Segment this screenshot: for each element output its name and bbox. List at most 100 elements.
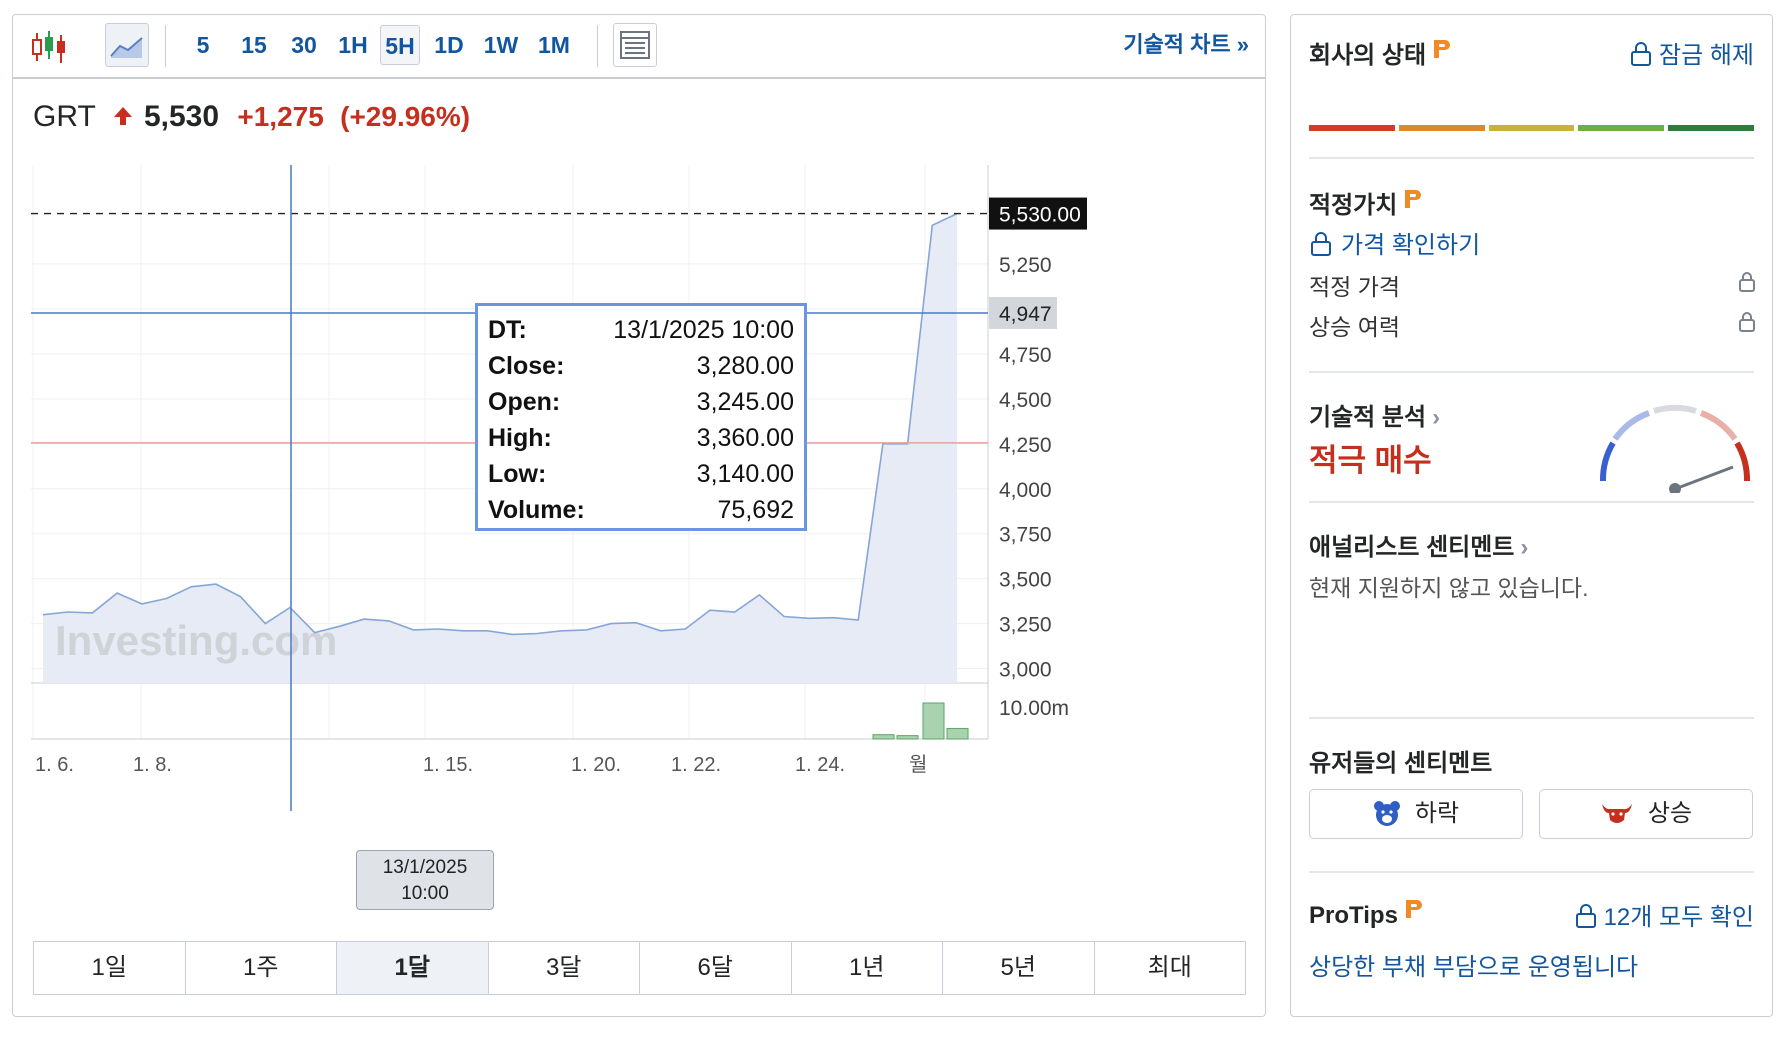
x-tick-label: 월 <box>909 753 927 776</box>
bullish-label: 상승 <box>1647 800 1693 827</box>
health-score-segment <box>1309 125 1395 131</box>
tooltip-value: 3,140.00 <box>696 460 794 488</box>
volume-bar <box>946 727 969 740</box>
technical-title-text: 기술적 분석 <box>1309 404 1427 431</box>
range-selector: 1일 1주 1달 3달 6달 1년 5년 최대 <box>33 941 1246 995</box>
protip-item-link[interactable]: 상당한 부채 부담으로 운영됩니다 <box>1309 947 1638 982</box>
timeframe-30[interactable]: 30 <box>281 25 327 65</box>
check-price-text: 가격 확인하기 <box>1341 232 1481 259</box>
tooltip-key: Volume: <box>488 496 585 524</box>
symbol: GRT <box>33 100 96 133</box>
pro-badge-icon <box>1405 190 1422 208</box>
tooltip-row: High: 3,360.00 <box>488 420 794 456</box>
y-tick-label: 3,000 <box>999 659 1052 682</box>
range-button-6[interactable]: 5년 <box>943 942 1095 994</box>
protips-title-text: ProTips <box>1309 902 1398 929</box>
lock-icon <box>1739 272 1755 292</box>
timeframe-1w[interactable]: 1W <box>477 25 525 65</box>
area-chart-icon[interactable] <box>105 23 149 67</box>
y-tick-label: 4,500 <box>999 389 1052 412</box>
timeframe-1m[interactable]: 1M <box>529 25 579 65</box>
tooltip-row: Low: 3,140.00 <box>488 456 794 492</box>
crosshair-time-label: 13/1/2025 10:00 <box>356 850 494 910</box>
volume-bar <box>922 702 945 740</box>
x-tick-label: 1. 15. <box>423 754 473 776</box>
volume-bar <box>872 734 895 740</box>
last-price-label: 5,530.00 <box>999 204 1081 227</box>
x-tick-label: 1. 8. <box>133 754 172 776</box>
price-change-percent: (+29.96%) <box>340 101 471 132</box>
user-sentiment-title: 유저들의 센티멘트 <box>1309 750 1493 777</box>
chevron-right-icon: › <box>1520 534 1529 561</box>
tooltip-key: Open: <box>488 388 561 416</box>
layout-icon[interactable] <box>613 23 657 67</box>
health-score-segment <box>1668 125 1754 131</box>
bearish-label: 하락 <box>1414 800 1460 827</box>
timeframe-15[interactable]: 15 <box>231 25 277 65</box>
pro-badge-icon <box>1434 40 1451 58</box>
range-button-3[interactable]: 3달 <box>489 942 640 994</box>
y-tick-label: 4,250 <box>999 434 1052 457</box>
y-tick-label: 4,750 <box>999 344 1052 367</box>
health-title-text: 회사의 상태 <box>1309 42 1427 69</box>
protips-unlock-text: 12개 모두 확인 <box>1603 904 1754 931</box>
range-button-2[interactable]: 1달 <box>337 942 489 994</box>
range-button-0[interactable]: 1일 <box>34 942 186 994</box>
y-tick-label: 3,750 <box>999 524 1052 547</box>
side-panel: 회사의 상태 잠금 해제 적정가치 가격 확인하기 적정 가격 상승 여력 기술… <box>1290 14 1773 1017</box>
range-button-1[interactable]: 1주 <box>186 942 337 994</box>
crosshair-time: 10:00 <box>401 883 449 904</box>
health-unlock-text: 잠금 해제 <box>1659 42 1754 69</box>
lock-icon <box>1311 232 1331 256</box>
toolbar-separator <box>165 25 166 67</box>
last-price: 5,530 <box>143 100 220 133</box>
divider <box>1309 371 1754 373</box>
tooltip-value: 3,360.00 <box>696 424 794 452</box>
analyst-sentiment-link[interactable]: 애널리스트 센티멘트 › <box>1309 527 1528 562</box>
range-button-7[interactable]: 최대 <box>1095 942 1246 994</box>
health-score-segment <box>1578 125 1665 131</box>
tooltip-row: Close: 3,280.00 <box>488 348 794 384</box>
bullish-vote-button[interactable]: 상승 <box>1539 789 1753 839</box>
arrow-up-icon <box>113 107 132 125</box>
tooltip-value: 13/1/2025 10:00 <box>613 316 794 344</box>
fair-value-title-text: 적정가치 <box>1309 192 1398 219</box>
tooltip-key: High: <box>488 424 552 452</box>
timeframe-1d[interactable]: 1D <box>427 25 471 65</box>
fair-value-title: 적정가치 <box>1309 185 1422 220</box>
protips-unlock-link[interactable]: 12개 모두 확인 <box>1574 897 1754 932</box>
y-tick-label: 5,250 <box>999 254 1052 277</box>
chart-toolbar: 5 15 30 1H 5H 1D 1W 1M 기술적 차트 » <box>13 15 1265 79</box>
health-unlock-link[interactable]: 잠금 해제 <box>1629 35 1754 70</box>
timeframe-5h[interactable]: 5H <box>380 25 420 65</box>
x-tick-label: 1. 22. <box>671 754 721 776</box>
crosshair-date: 13/1/2025 <box>382 857 468 878</box>
tooltip-value: 3,280.00 <box>696 352 794 380</box>
check-price-link[interactable]: 가격 확인하기 <box>1309 225 1480 260</box>
bearish-vote-button[interactable]: 하락 <box>1309 789 1523 839</box>
technical-signal: 적극 매수 <box>1309 443 1432 478</box>
bull-icon <box>1601 804 1632 823</box>
upside-label: 상승 여력 <box>1309 314 1401 340</box>
x-tick-label: 1. 6. <box>35 754 74 776</box>
tooltip-key: Low: <box>488 460 547 488</box>
timeframe-5[interactable]: 5 <box>183 25 223 65</box>
technical-chart-link[interactable]: 기술적 차트 » <box>1123 25 1249 65</box>
price-chart[interactable]: 5,2505,0004,7504,5004,2504,0003,7503,500… <box>13 165 1265 925</box>
health-score-segment <box>1488 125 1575 131</box>
health-title: 회사의 상태 <box>1309 35 1451 70</box>
analyst-title-text: 애널리스트 센티멘트 <box>1309 534 1515 561</box>
range-button-5[interactable]: 1년 <box>792 942 943 994</box>
candlestick-chart-icon[interactable] <box>31 29 71 65</box>
timeframe-1h[interactable]: 1H <box>331 25 375 65</box>
tooltip-key: Close: <box>488 352 565 380</box>
toolbar-separator <box>597 25 598 67</box>
chevron-right-icon: › <box>1432 404 1441 431</box>
bear-icon <box>1373 801 1400 826</box>
technical-analysis-link[interactable]: 기술적 분석 › <box>1309 397 1440 432</box>
y-tick-label: 4,000 <box>999 479 1052 502</box>
lock-icon <box>1575 904 1596 928</box>
range-button-4[interactable]: 6달 <box>640 942 792 994</box>
price-change: +1,275 <box>237 101 324 132</box>
tooltip-value: 3,245.00 <box>696 388 794 416</box>
